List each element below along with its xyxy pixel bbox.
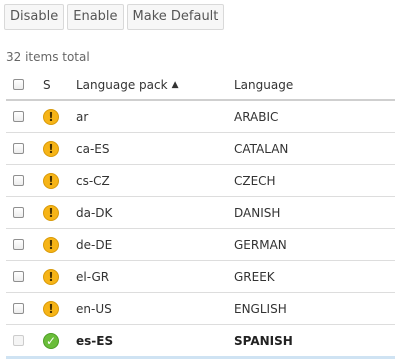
row-status-cell: ✓ [36, 332, 76, 349]
table-row[interactable]: ! da-DK DANISH [6, 197, 395, 229]
row-check-cell [6, 303, 36, 314]
language-pack-grid: S Language pack ▲ Language ! ar ARABIC ! … [6, 70, 395, 359]
row-checkbox [13, 335, 24, 346]
table-row[interactable]: ! de-DE GERMAN [6, 229, 395, 261]
warning-icon: ! [43, 140, 59, 157]
row-language-pack: ca-ES [76, 141, 110, 156]
row-language: DANISH [234, 205, 281, 220]
warning-icon: ! [43, 204, 59, 221]
warning-icon: ! [43, 300, 59, 317]
make-default-button[interactable]: Make Default [126, 4, 225, 30]
select-all-checkbox[interactable] [13, 79, 24, 90]
table-row[interactable]: ! en-US ENGLISH [6, 293, 395, 325]
row-language-pack: en-US [76, 301, 112, 316]
row-checkbox[interactable] [13, 175, 24, 186]
row-language: ARABIC [234, 109, 279, 124]
row-language: ENGLISH [234, 301, 287, 316]
header-language-pack[interactable]: Language pack ▲ [76, 78, 234, 92]
row-checkbox[interactable] [13, 111, 24, 122]
select-all-cell [6, 79, 36, 90]
row-status-cell: ! [36, 172, 76, 189]
row-status-cell: ! [36, 204, 76, 221]
table-row[interactable]: ✓ es-ES SPANISH [6, 325, 395, 359]
header-status[interactable]: S [36, 78, 76, 92]
row-checkbox[interactable] [13, 207, 24, 218]
row-language-pack: es-ES [76, 333, 114, 348]
row-status-cell: ! [36, 140, 76, 157]
row-status-cell: ! [36, 300, 76, 317]
table-row[interactable]: ! cs-CZ CZECH [6, 165, 395, 197]
header-language[interactable]: Language [234, 78, 395, 92]
row-language-pack: ar [76, 109, 89, 124]
check-circle-icon: ✓ [43, 332, 59, 349]
row-checkbox[interactable] [13, 143, 24, 154]
warning-icon: ! [43, 108, 59, 125]
row-check-cell [6, 175, 36, 186]
row-checkbox[interactable] [13, 271, 24, 282]
enable-button[interactable]: Enable [67, 4, 124, 30]
row-check-cell [6, 239, 36, 250]
disable-button[interactable]: Disable [4, 4, 65, 30]
row-check-cell [6, 335, 36, 346]
row-check-cell [6, 143, 36, 154]
warning-icon: ! [43, 236, 59, 253]
row-status-cell: ! [36, 108, 76, 125]
table-row[interactable]: ! el-GR GREEK [6, 261, 395, 293]
row-check-cell [6, 207, 36, 218]
warning-icon: ! [43, 268, 59, 285]
row-status-cell: ! [36, 236, 76, 253]
row-language-pack: cs-CZ [76, 173, 110, 188]
row-language: SPANISH [234, 333, 293, 348]
row-language: GREEK [234, 269, 275, 284]
row-check-cell [6, 111, 36, 122]
row-language-pack: el-GR [76, 269, 110, 284]
row-checkbox[interactable] [13, 303, 24, 314]
row-checkbox[interactable] [13, 239, 24, 250]
items-total-count: 32 items total [6, 50, 90, 64]
row-status-cell: ! [36, 268, 76, 285]
table-row[interactable]: ! ca-ES CATALAN [6, 133, 395, 165]
row-language: GERMAN [234, 237, 287, 252]
row-language: CZECH [234, 173, 276, 188]
grid-header-row: S Language pack ▲ Language [6, 70, 395, 101]
table-row[interactable]: ! ar ARABIC [6, 101, 395, 133]
header-language-pack-label: Language pack [76, 77, 168, 92]
toolbar: Disable Enable Make Default [4, 4, 225, 30]
warning-icon: ! [43, 172, 59, 189]
row-check-cell [6, 271, 36, 282]
row-language: CATALAN [234, 141, 289, 156]
row-language-pack: da-DK [76, 205, 113, 220]
row-language-pack: de-DE [76, 237, 113, 252]
sort-ascending-icon: ▲ [171, 80, 179, 90]
